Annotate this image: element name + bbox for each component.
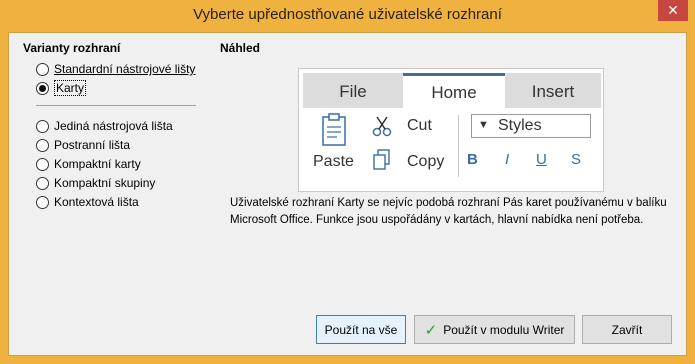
description-text: Uživatelské rozhraní Karty se nejvíc pod… [230,197,667,226]
radio-tabbed[interactable]: Karty [36,80,87,96]
radio-standard-toolbars[interactable]: Standardní nástrojové lišty [36,61,195,77]
radio-label: Kontextová lišta [54,195,139,209]
preview-cut-label: Cut [407,117,432,134]
close-button[interactable]: Zavřít [582,315,672,344]
preview-tab-file: File [339,82,367,101]
radio-button[interactable] [36,62,49,76]
radio-compact-groups[interactable]: Kompaktní skupiny [36,175,155,191]
radio-button[interactable] [36,119,49,133]
preview-divider [458,115,459,177]
apply-all-button[interactable]: Použít na vše [316,315,406,344]
radio-label: Kompaktní skupiny [54,176,156,190]
radio-button-checked[interactable] [36,81,49,95]
preview-copy-label: Copy [407,153,445,170]
window-title: Vyberte upřednostňované uživatelské rozh… [193,6,502,23]
radio-single-toolbar[interactable]: Jediná nástrojová lišta [36,118,173,134]
scissors-icon [372,116,392,137]
underline-icon: U [536,151,547,168]
preview-tab-insert: Insert [531,82,575,101]
check-icon: ✓ [424,321,438,339]
preview-heading: Náhled [220,41,261,55]
radio-button[interactable] [36,176,49,190]
variants-heading: Varianty rozhraní [23,41,121,55]
radio-sidebar[interactable]: Postranní lišta [36,137,130,153]
separator [36,105,196,106]
preview-tab-home: Home [403,73,505,108]
clipboard-icon [322,113,346,146]
preview-image: File Home Insert Paste Cut Copy ▼ Styles… [298,68,604,192]
title-bar: Vyberte upřednostňované uživatelské rozh… [0,0,695,32]
dropdown-arrow-icon: ▼ [478,119,489,131]
apply-all-label: Použít na vše [324,322,398,337]
strikethrough-icon: S [571,151,582,168]
close-label: Zavřít [611,322,643,337]
radio-button[interactable] [36,157,49,171]
copy-icon [373,149,390,170]
radio-compact-tabs[interactable]: Kompaktní karty [36,156,141,172]
radio-label: Karty [54,80,87,96]
preview-tab-bar: File Home Insert [303,73,601,108]
radio-button[interactable] [36,138,49,152]
close-window-button[interactable]: ✕ [658,0,688,21]
radio-label: Jediná nástrojová lišta [54,119,173,133]
italic-icon: I [505,151,510,168]
apply-writer-label: Použít v modulu Writer [443,322,565,337]
radio-label: Standardní nástrojové lišty [54,62,196,76]
preview-styles-combo: ▼ Styles [471,114,591,138]
dialog-body: Varianty rozhraní Standardní nástrojové … [8,32,687,356]
preview-styles-label: Styles [498,117,542,134]
radio-button[interactable] [36,195,49,209]
radio-label: Kompaktní karty [54,157,141,171]
radio-label: Postranní lišta [54,138,131,152]
radio-contextual-bar[interactable]: Kontextová lišta [36,194,139,210]
apply-writer-button[interactable]: ✓ Použít v modulu Writer [414,315,575,344]
preview-paste-label: Paste [313,153,354,170]
bold-icon: B [467,151,478,168]
